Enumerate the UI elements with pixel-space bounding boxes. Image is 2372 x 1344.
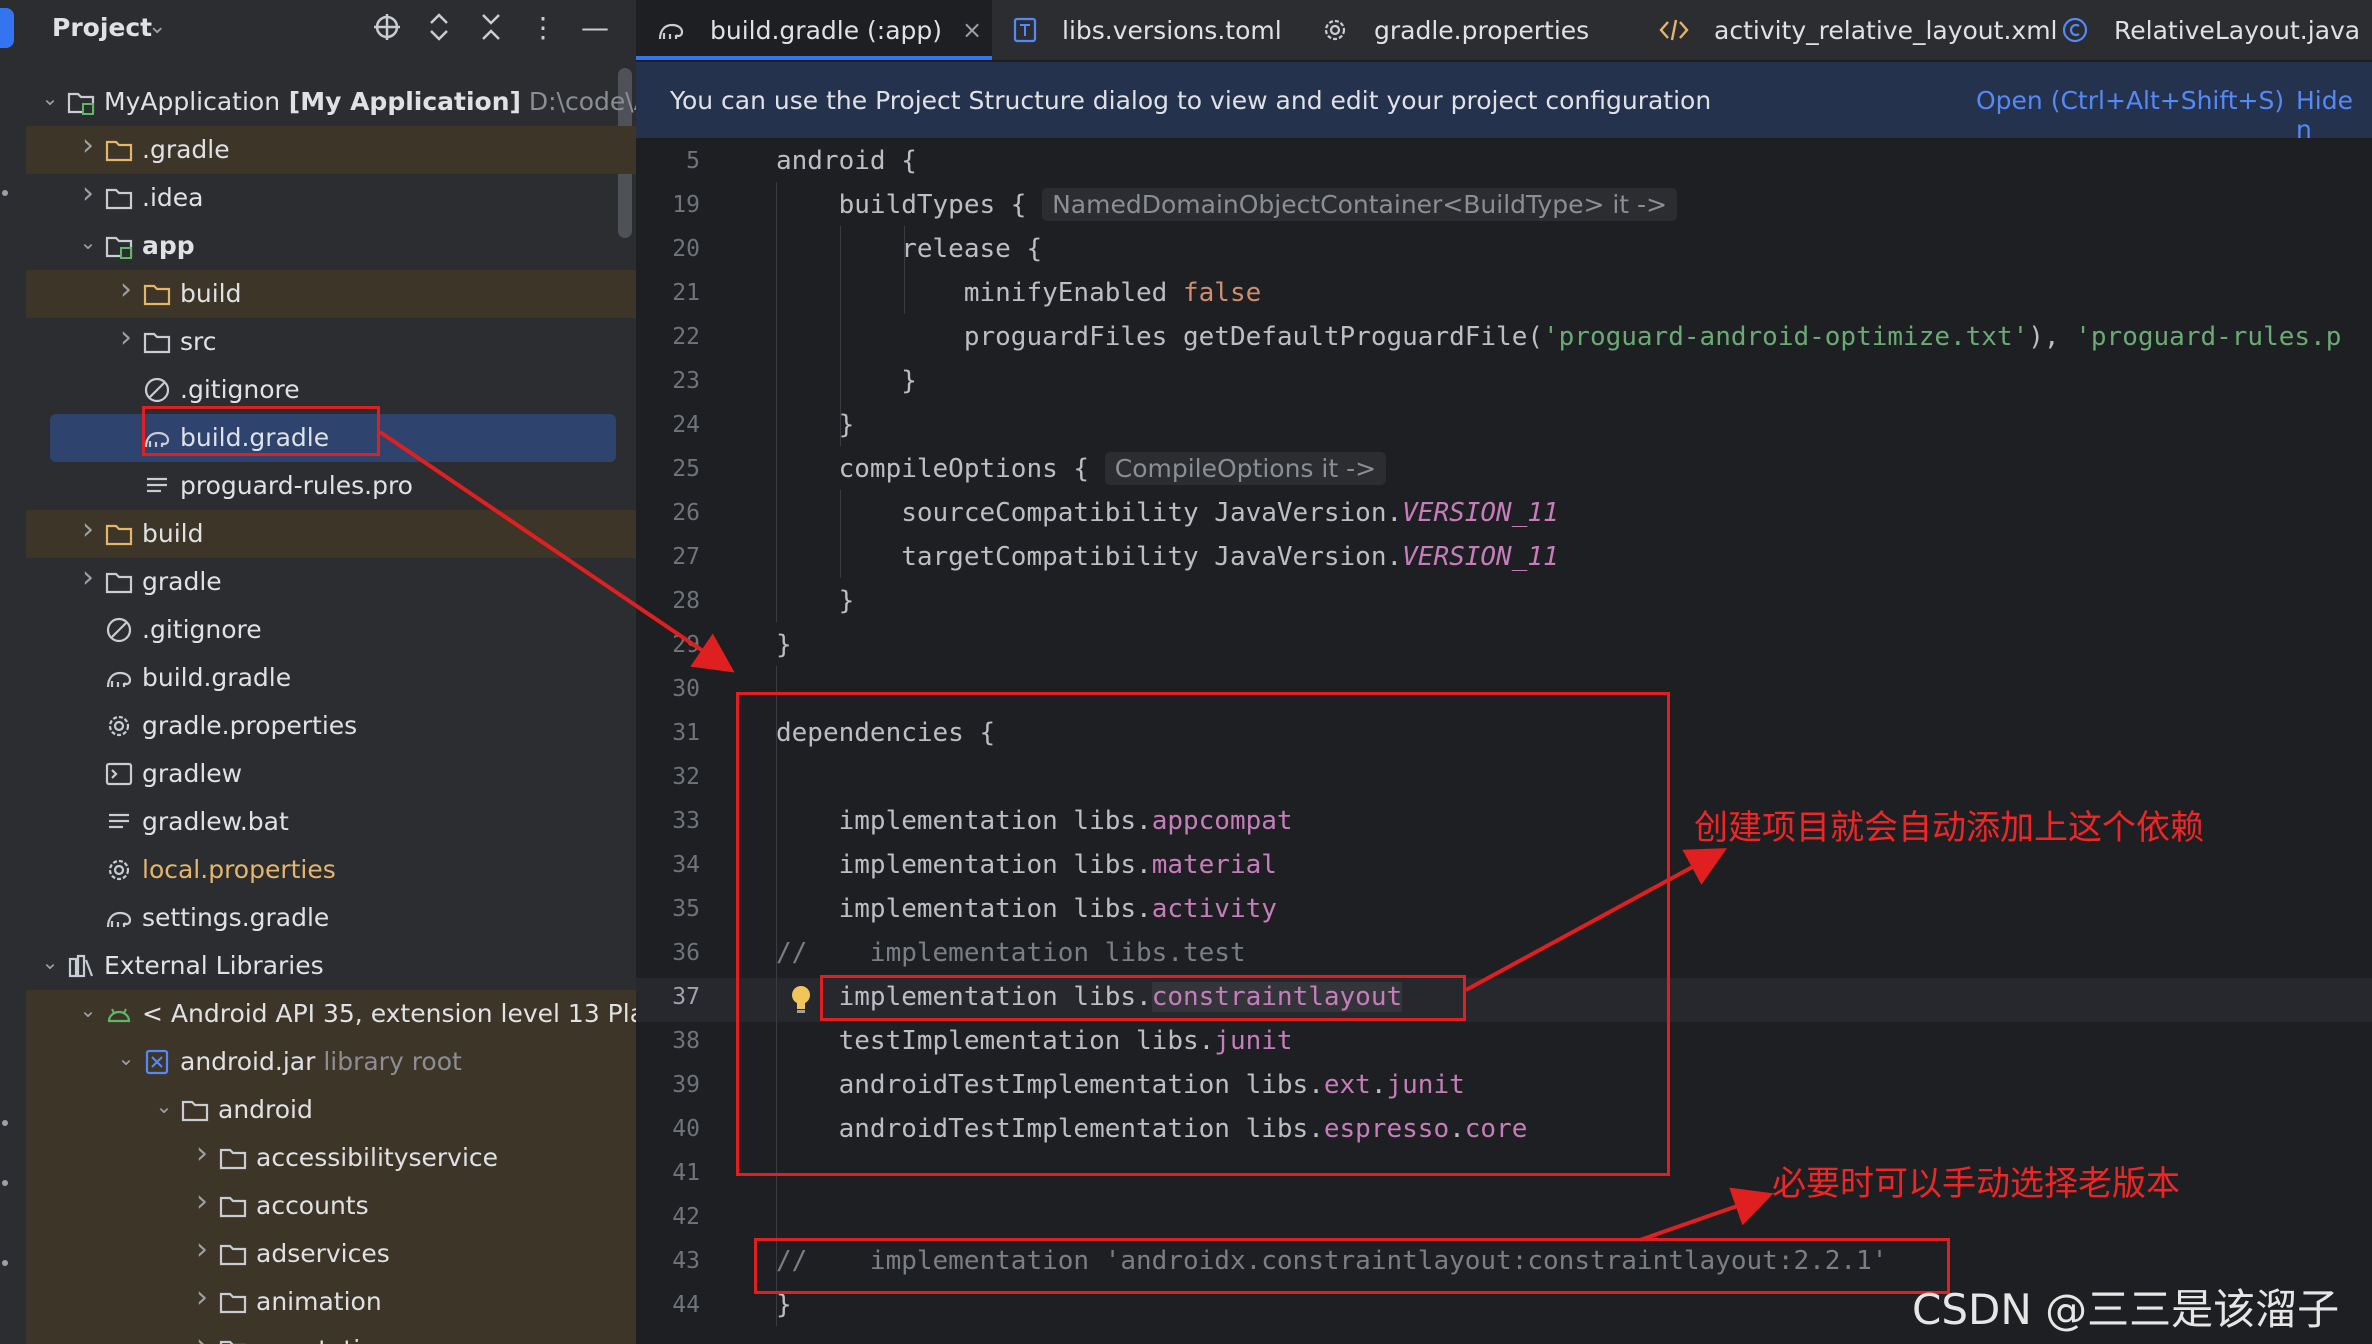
watermark: CSDN @三三是该溜子 — [1912, 1285, 2340, 1334]
annotation-note-auto-added: 创建项目就会自动添加上这个依赖 — [1694, 808, 2204, 848]
annotation-arrows — [378, 430, 1774, 1242]
annotation-note-old-version: 必要时可以手动选择老版本 — [1772, 1164, 2180, 1204]
